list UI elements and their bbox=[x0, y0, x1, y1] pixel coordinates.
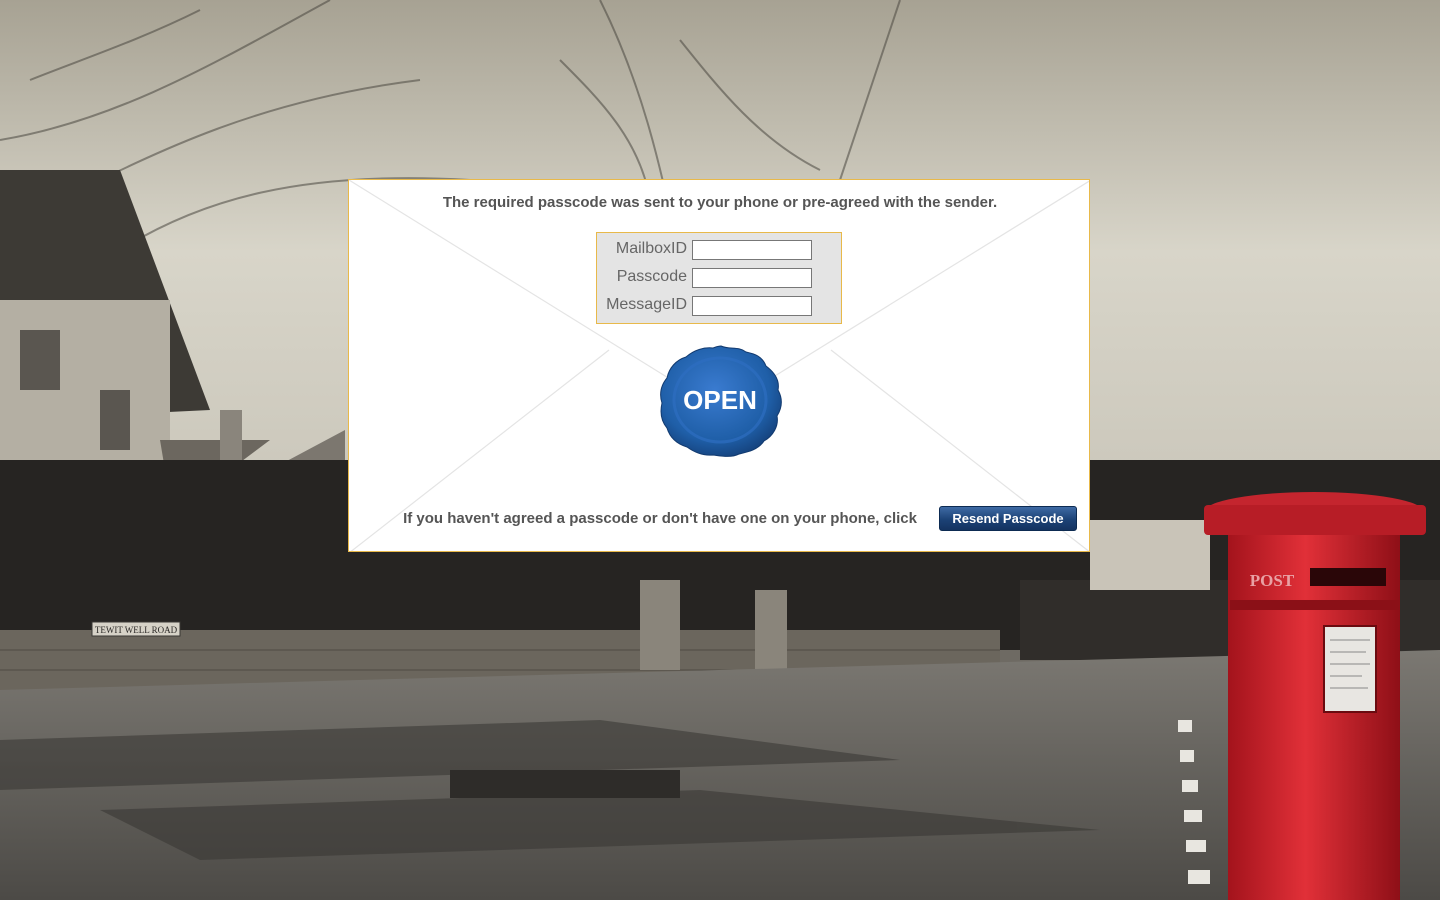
instruction-text: The required passcode was sent to your p… bbox=[442, 194, 998, 211]
message-id-label: MessageID bbox=[606, 296, 687, 313]
gate-pillar bbox=[755, 590, 787, 670]
passcode-input[interactable] bbox=[692, 268, 812, 288]
passcode-label: Passcode bbox=[616, 268, 687, 285]
mailbox-id-input[interactable] bbox=[692, 240, 812, 260]
street-sign-text: TEWIT WELL ROAD bbox=[95, 625, 178, 635]
distant-house bbox=[1090, 520, 1210, 590]
wax-seal-icon: OPEN bbox=[660, 345, 782, 457]
passcode-row: Passcode bbox=[597, 266, 843, 288]
gate-pillar bbox=[640, 580, 680, 670]
resend-passcode-button[interactable]: Resend Passcode bbox=[939, 506, 1077, 531]
post-box-slot bbox=[1310, 568, 1386, 586]
message-id-input[interactable] bbox=[692, 296, 812, 316]
mailbox-id-row: MailboxID bbox=[597, 238, 843, 260]
envelope-panel: The required passcode was sent to your p… bbox=[348, 179, 1090, 552]
resend-instruction-text: If you haven't agreed a passcode or don'… bbox=[403, 510, 917, 527]
open-seal-label: OPEN bbox=[683, 385, 757, 415]
open-seal-button[interactable]: OPEN bbox=[658, 344, 784, 458]
mailbox-id-label: MailboxID bbox=[615, 240, 687, 257]
message-id-row: MessageID bbox=[597, 294, 843, 316]
login-form: MailboxID Passcode MessageID bbox=[596, 232, 842, 324]
resend-row: If you haven't agreed a passcode or don'… bbox=[349, 506, 1077, 532]
drain-grate bbox=[450, 770, 680, 798]
post-box: POST bbox=[1204, 492, 1426, 900]
collection-plate bbox=[1323, 625, 1377, 713]
post-box-text: POST bbox=[1250, 571, 1295, 590]
